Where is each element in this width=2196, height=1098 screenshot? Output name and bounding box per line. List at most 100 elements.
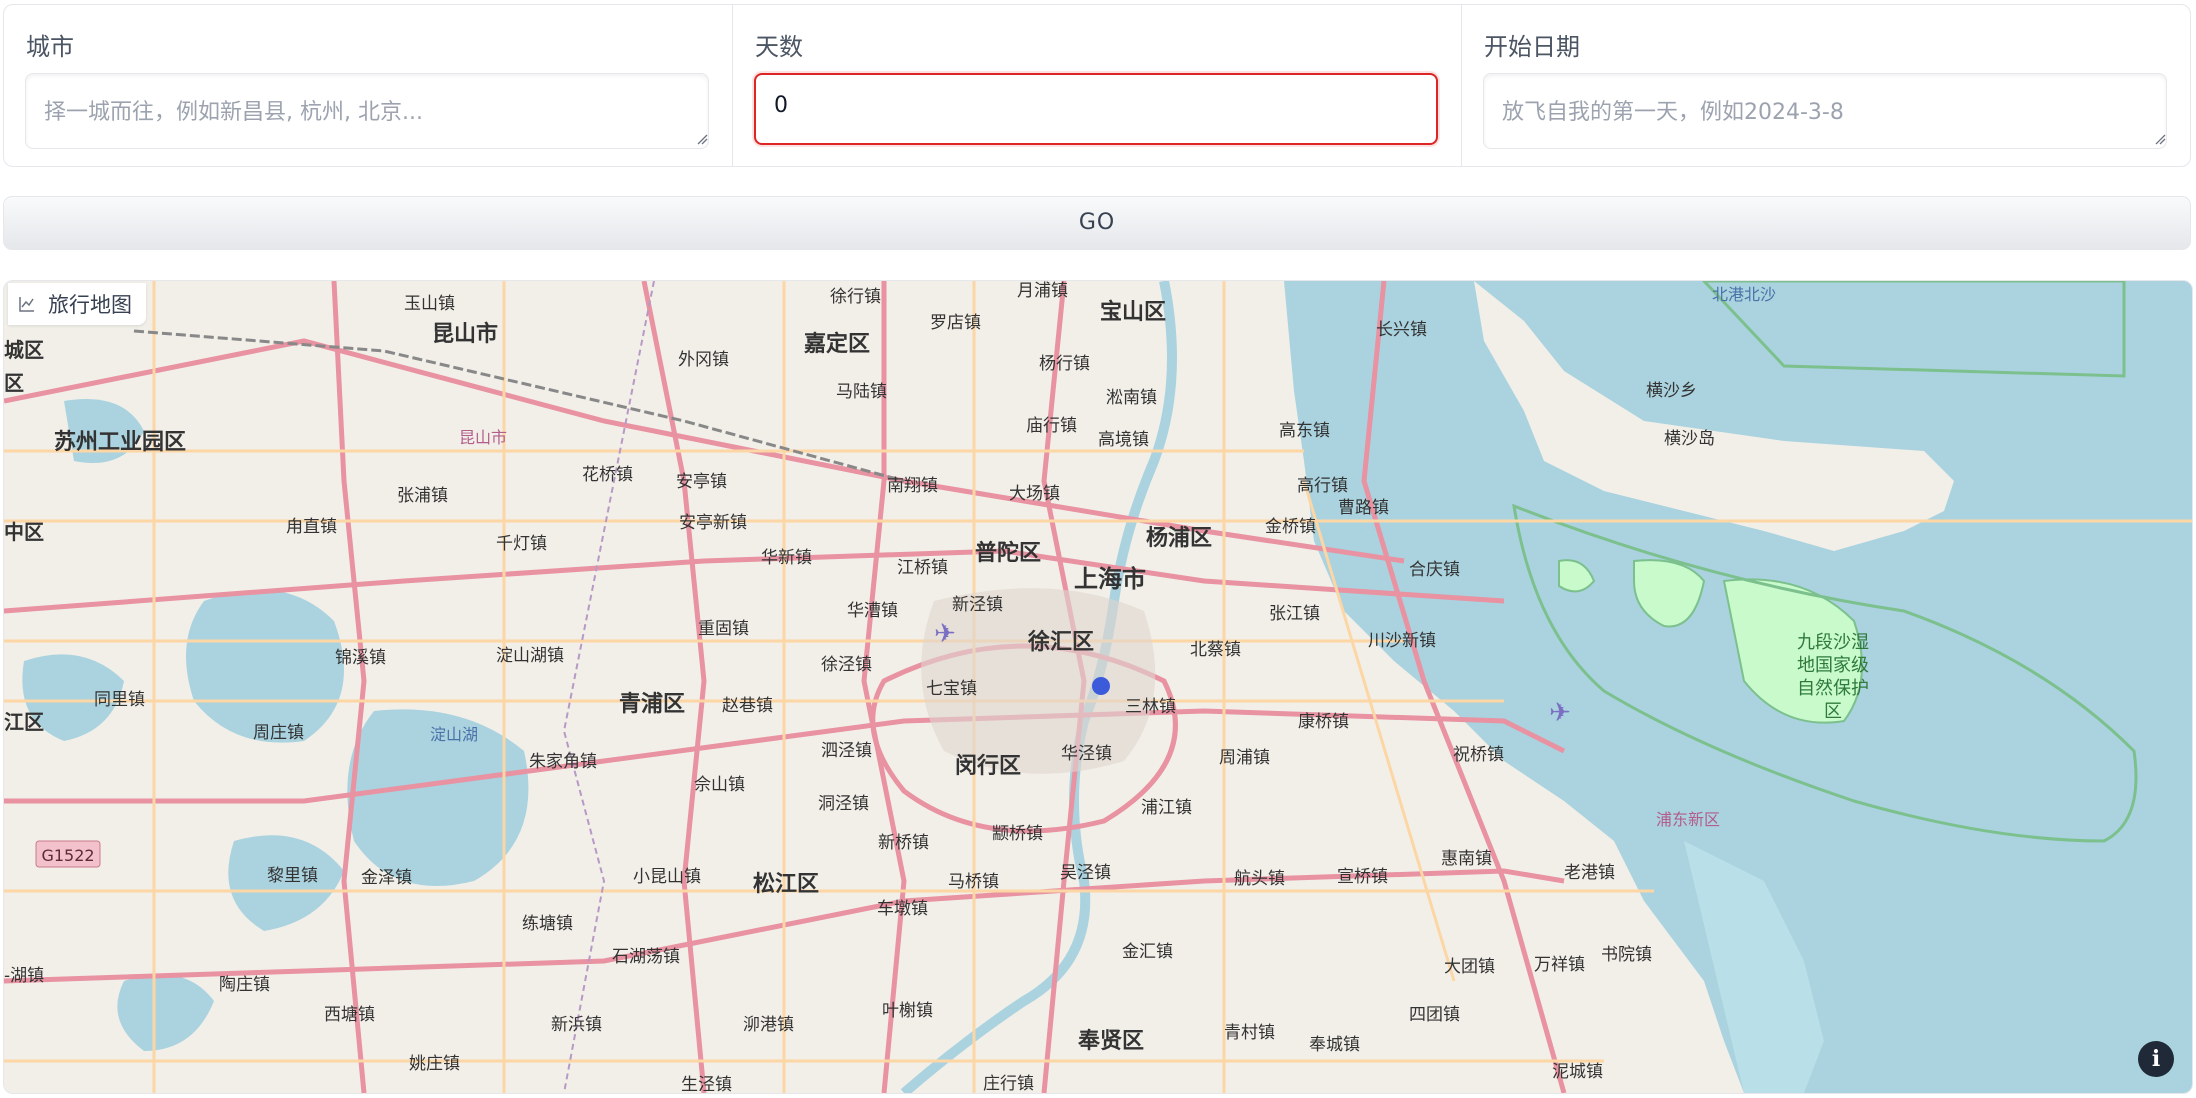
place-label: 佘山镇 bbox=[694, 775, 745, 795]
place-label: 张江镇 bbox=[1269, 604, 1320, 624]
location-marker[interactable] bbox=[1092, 677, 1110, 695]
place-label: 祝桥镇 bbox=[1453, 745, 1504, 765]
place-label: 泖港镇 bbox=[743, 1015, 794, 1035]
place-label: 黎里镇 bbox=[267, 866, 318, 886]
days-label: 天数 bbox=[755, 33, 803, 61]
place-label: 杨行镇 bbox=[1039, 354, 1090, 374]
place-label: 生泾镇 bbox=[681, 1075, 732, 1093]
place-label: 大场镇 bbox=[1009, 484, 1060, 504]
place-label: 宣桥镇 bbox=[1337, 867, 1388, 887]
place-label: 徐行镇 bbox=[830, 287, 881, 307]
place-label: 航头镇 bbox=[1234, 869, 1285, 889]
start-date-field: 开始日期 放飞自我的第一天，例如2024-3-8 bbox=[1462, 5, 2190, 166]
days-input[interactable]: 0 bbox=[754, 73, 1438, 145]
chart-icon bbox=[19, 297, 34, 312]
place-label: 锦溪镇 bbox=[335, 648, 386, 668]
place-label: 安亭镇 bbox=[676, 472, 727, 492]
travel-map[interactable]: ✈ ✈ 玉山镇 徐行镇 月浦镇 宝山区 北港北沙 昆山市 嘉定区 罗店镇 长兴镇… bbox=[3, 280, 2193, 1094]
place-label: 浦江镇 bbox=[1141, 798, 1192, 818]
airport-pudong-icon: ✈ bbox=[1549, 698, 1571, 728]
place-label: 月浦镇 bbox=[1017, 281, 1068, 301]
place-label: 奉城镇 bbox=[1309, 1035, 1360, 1055]
place-label: 叶榭镇 bbox=[882, 1001, 933, 1021]
place-label: 横沙岛 bbox=[1664, 429, 1715, 449]
place-label: 马陆镇 bbox=[836, 382, 887, 402]
svg-text:区: 区 bbox=[1824, 701, 1842, 722]
place-label: 小昆山镇 bbox=[633, 867, 701, 887]
days-field: 天数 0 bbox=[733, 5, 1462, 166]
place-label: 花桥镇 bbox=[582, 465, 633, 485]
map-title: 旅行地图 bbox=[48, 293, 132, 317]
place-label: 浦东新区 bbox=[1656, 810, 1720, 829]
place-label: 周庄镇 bbox=[253, 723, 304, 743]
place-label: 曹路镇 bbox=[1338, 498, 1389, 518]
place-label: 万祥镇 bbox=[1534, 955, 1585, 975]
place-label: 千灯镇 bbox=[496, 534, 547, 554]
place-label: 普陀区 bbox=[975, 540, 1041, 566]
place-label: 甪直镇 bbox=[286, 517, 337, 537]
place-label: 华新镇 bbox=[761, 548, 812, 568]
place-label: 陶庄镇 bbox=[219, 975, 270, 995]
start-date-label: 开始日期 bbox=[1484, 33, 1580, 61]
place-label: 城区 bbox=[4, 338, 44, 362]
place-label: 松江区 bbox=[753, 872, 819, 897]
start-date-input[interactable]: 放飞自我的第一天，例如2024-3-8 bbox=[1483, 73, 2167, 149]
go-button[interactable]: GO bbox=[3, 196, 2191, 250]
place-label: 淀山湖镇 bbox=[496, 646, 564, 666]
place-label: 车墩镇 bbox=[877, 899, 928, 919]
place-label: 吴泾镇 bbox=[1060, 863, 1111, 883]
place-label: 长兴镇 bbox=[1376, 320, 1427, 340]
place-label: 赵巷镇 bbox=[722, 696, 773, 716]
svg-text:九段沙湿: 九段沙湿 bbox=[1797, 632, 1869, 653]
place-label: 高东镇 bbox=[1279, 421, 1330, 441]
place-label: 泗泾镇 bbox=[821, 741, 872, 761]
place-label: 华泾镇 bbox=[1061, 744, 1112, 764]
place-label: 昆山市 bbox=[432, 321, 498, 347]
place-label: 杨浦区 bbox=[1146, 525, 1212, 551]
place-label: 青村镇 bbox=[1224, 1023, 1275, 1043]
place-label: 外冈镇 bbox=[678, 350, 729, 370]
place-label: 康桥镇 bbox=[1298, 712, 1349, 732]
place-label: 南翔镇 bbox=[887, 476, 938, 496]
place-label: 洞泾镇 bbox=[818, 794, 869, 814]
map-canvas[interactable]: ✈ ✈ 玉山镇 徐行镇 月浦镇 宝山区 北港北沙 昆山市 嘉定区 罗店镇 长兴镇… bbox=[4, 281, 2192, 1093]
place-label: 横沙乡 bbox=[1646, 381, 1697, 401]
place-label: 嘉定区 bbox=[804, 331, 870, 357]
place-label: 金汇镇 bbox=[1122, 942, 1173, 962]
place-label: 川沙新镇 bbox=[1368, 631, 1436, 651]
place-label: 张浦镇 bbox=[397, 486, 448, 506]
airport-hongqiao-icon: ✈ bbox=[934, 619, 956, 649]
place-label: 新桥镇 bbox=[878, 833, 929, 853]
place-label: 江桥镇 bbox=[897, 558, 948, 578]
place-label: 西塘镇 bbox=[324, 1005, 375, 1025]
map-title-badge: 旅行地图 bbox=[8, 283, 146, 325]
place-label: 北蔡镇 bbox=[1190, 640, 1241, 660]
place-label: 苏州工业园区 bbox=[54, 429, 186, 455]
place-label: 江区 bbox=[4, 710, 44, 734]
place-label: 石湖荡镇 bbox=[612, 947, 680, 967]
resize-grip-icon[interactable] bbox=[2154, 133, 2166, 145]
place-label: 颛桥镇 bbox=[992, 824, 1043, 844]
place-label: 高境镇 bbox=[1098, 430, 1149, 450]
place-label: 大团镇 bbox=[1444, 957, 1495, 977]
place-label: 高行镇 bbox=[1297, 476, 1348, 496]
place-label: 昆山市 bbox=[459, 428, 507, 447]
place-label: 朱家角镇 bbox=[529, 752, 597, 772]
place-label: 泥城镇 bbox=[1552, 1062, 1603, 1082]
info-icon[interactable]: i bbox=[2138, 1041, 2174, 1077]
city-input[interactable]: 择一城而往，例如新昌县, 杭州, 北京... bbox=[25, 73, 709, 149]
place-label: 宝山区 bbox=[1100, 299, 1166, 325]
place-label: 玉山镇 bbox=[404, 294, 455, 314]
place-label: 北港北沙 bbox=[1712, 285, 1776, 304]
place-label: 七宝镇 bbox=[926, 679, 977, 699]
place-label: 马桥镇 bbox=[948, 872, 999, 892]
place-label: 三林镇 bbox=[1125, 697, 1176, 717]
place-label: 庄行镇 bbox=[983, 1074, 1034, 1093]
place-label: 练塘镇 bbox=[522, 914, 573, 934]
place-label: 奉贤区 bbox=[1077, 1028, 1144, 1054]
resize-grip-icon[interactable] bbox=[696, 133, 708, 145]
place-label: 重固镇 bbox=[698, 619, 749, 639]
city-field: 城市 择一城而往，例如新昌县, 杭州, 北京... bbox=[4, 5, 733, 166]
place-label: 惠南镇 bbox=[1441, 849, 1492, 869]
place-label: 区 bbox=[4, 371, 24, 395]
